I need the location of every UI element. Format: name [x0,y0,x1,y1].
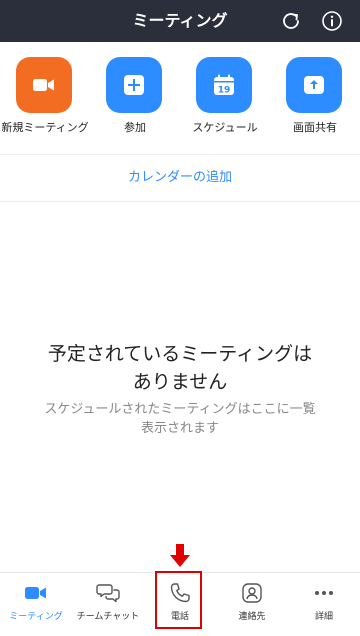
share-screen-icon [286,57,342,113]
tab-more-label: 詳細 [314,612,333,622]
share-screen-button[interactable]: 画面共有 [270,57,360,147]
tab-more[interactable]: 詳細 [288,573,360,636]
meetings-screen: ミーティング 新規ミーティング 参加 19 スケジュール 画面共有 カレンダーの… [0,0,360,636]
top-bar: ミーティング [0,0,360,42]
calendar-icon: 19 [196,57,252,113]
empty-state-subtitle: スケジュールされたミーティングはここに一覧 表示されます [20,400,340,438]
new-meeting-label: 新規ミーティング [1,121,89,134]
chat-bubbles-icon [96,584,120,603]
empty-state-title: 予定されているミーティングは ありません [20,340,340,396]
plus-icon [106,57,162,113]
quick-actions: 新規ミーティング 参加 19 スケジュール 画面共有 [0,42,360,154]
phone-tab-highlight [155,571,202,629]
video-camera-icon [25,587,46,599]
divider [0,154,360,155]
video-camera-icon [16,57,72,113]
tab-team-chat[interactable]: チームチャット [72,573,144,636]
info-icon[interactable] [321,10,343,32]
add-calendar-link[interactable]: カレンダーの追加 [0,165,360,191]
more-icon [315,591,333,595]
refresh-icon[interactable] [280,10,302,32]
calendar-day: 19 [218,86,231,96]
schedule-label: スケジュール [192,121,258,134]
join-button[interactable]: 参加 [90,57,180,147]
tab-contacts[interactable]: 連絡先 [216,573,288,636]
page-title: ミーティング [132,11,228,30]
tab-meetings[interactable]: ミーティング [0,573,72,636]
schedule-button[interactable]: 19 スケジュール [180,57,270,147]
red-arrow-annotation [170,544,190,568]
new-meeting-button[interactable]: 新規ミーティング [0,57,90,147]
empty-state-subtitle-text: スケジュールされたミーティングはここに一覧 表示されます [44,402,316,436]
share-screen-label: 画面共有 [293,121,337,134]
contacts-icon [242,583,262,603]
join-label: 参加 [124,121,146,134]
empty-state-title-text: 予定されているミーティングは ありません [47,343,313,393]
divider [0,201,360,202]
